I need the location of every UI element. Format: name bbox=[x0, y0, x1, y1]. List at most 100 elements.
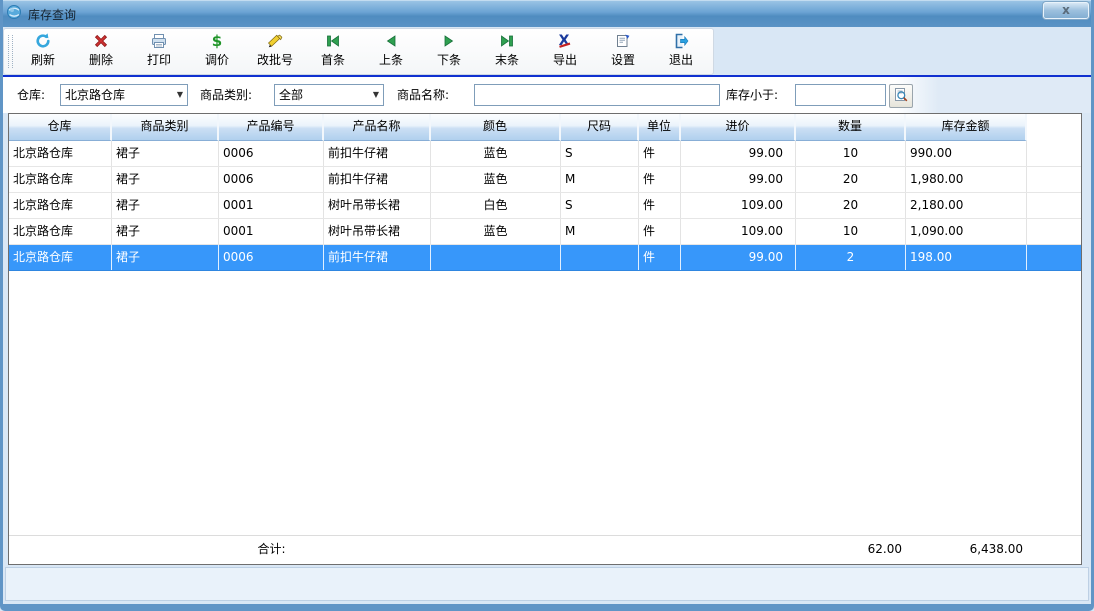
table-cell bbox=[561, 245, 639, 270]
inventory-table: 仓库商品类别产品编号产品名称颜色尺码单位进价数量库存金额 合计: 62.00 6… bbox=[8, 113, 1082, 565]
toolbar-button-label: 删除 bbox=[72, 51, 130, 69]
table-cell: 北京路仓库 bbox=[9, 141, 112, 166]
exit-icon bbox=[652, 33, 710, 51]
table-cell: 1,090.00 bbox=[906, 219, 1027, 244]
table-row[interactable]: 北京路仓库裙子0006前扣牛仔裙蓝色S件99.0010990.00 bbox=[9, 141, 1081, 167]
toolbar-button-delete[interactable]: 删除 bbox=[72, 31, 130, 73]
table-cell: 前扣牛仔裙 bbox=[324, 245, 431, 270]
toolbar-button-price-adjust[interactable]: $调价 bbox=[188, 31, 246, 73]
price-adjust-icon: $ bbox=[188, 33, 246, 51]
table-cell: 前扣牛仔裙 bbox=[324, 167, 431, 192]
table-cell: 20 bbox=[796, 193, 906, 218]
table-cell: 109.00 bbox=[681, 219, 796, 244]
column-header-6[interactable]: 单位 bbox=[639, 114, 681, 141]
table-cell: 件 bbox=[639, 219, 681, 244]
product-name-input[interactable] bbox=[474, 84, 720, 106]
table-cell: 198.00 bbox=[906, 245, 1027, 270]
table-cell: 蓝色 bbox=[431, 219, 561, 244]
toolbar-button-first-record[interactable]: 首条 bbox=[304, 31, 362, 73]
table-cell: 109.00 bbox=[681, 193, 796, 218]
toolbar-button-batch-edit[interactable]: 改批号 bbox=[246, 31, 304, 73]
table-cell: 蓝色 bbox=[431, 141, 561, 166]
table-cell: 前扣牛仔裙 bbox=[324, 141, 431, 166]
search-button[interactable] bbox=[889, 84, 913, 108]
toolbar-button-last-record[interactable]: 末条 bbox=[478, 31, 536, 73]
table-row[interactable]: 北京路仓库裙子0006前扣牛仔裙件99.002198.00 bbox=[9, 245, 1081, 271]
column-header-7[interactable]: 进价 bbox=[681, 114, 796, 141]
toolbar-button-label: 打印 bbox=[130, 51, 188, 69]
toolbar-button-label: 设置 bbox=[594, 51, 652, 69]
totals-amount: 6,438.00 bbox=[906, 536, 1027, 562]
stock-below-label: 库存小于: bbox=[726, 77, 778, 113]
totals-label: 合计: bbox=[219, 536, 324, 562]
stock-below-input[interactable] bbox=[795, 84, 886, 106]
toolbar-button-next-record[interactable]: 下条 bbox=[420, 31, 478, 73]
table-cell: 10 bbox=[796, 219, 906, 244]
toolbar-button-label: 导出 bbox=[536, 51, 594, 69]
print-icon bbox=[130, 33, 188, 51]
column-header-3[interactable]: 产品名称 bbox=[324, 114, 431, 141]
category-select-value: 全部 bbox=[279, 88, 303, 102]
table-row[interactable]: 北京路仓库裙子0001树叶吊带长裙白色S件109.00202,180.00 bbox=[9, 193, 1081, 219]
table-cell: 0006 bbox=[219, 167, 324, 192]
toolbar-button-exit[interactable]: 退出 bbox=[652, 31, 710, 73]
first-record-icon bbox=[304, 33, 362, 51]
filter-bar: 仓库: 北京路仓库 ▼ 商品类别: 全部 ▼ 商品名称: 库存小于: bbox=[3, 77, 1091, 113]
column-header-9[interactable]: 库存金额 bbox=[906, 114, 1027, 141]
chevron-down-icon: ▼ bbox=[177, 85, 183, 105]
toolbar-button-label: 上条 bbox=[362, 51, 420, 69]
product-name-label: 商品名称: bbox=[397, 77, 449, 113]
table-row[interactable]: 北京路仓库裙子0001树叶吊带长裙蓝色M件109.00101,090.00 bbox=[9, 219, 1081, 245]
table-cell: 树叶吊带长裙 bbox=[324, 219, 431, 244]
chevron-down-icon: ▼ bbox=[373, 85, 379, 105]
toolbar-button-settings[interactable]: 设置 bbox=[594, 31, 652, 73]
warehouse-select[interactable]: 北京路仓库 ▼ bbox=[60, 84, 188, 106]
table-cell: 0006 bbox=[219, 141, 324, 166]
column-header-8[interactable]: 数量 bbox=[796, 114, 906, 141]
table-cell: 件 bbox=[639, 167, 681, 192]
category-select[interactable]: 全部 ▼ bbox=[274, 84, 384, 106]
toolbar-button-export[interactable]: X导出 bbox=[536, 31, 594, 73]
next-record-icon bbox=[420, 33, 478, 51]
table-cell: 0001 bbox=[219, 219, 324, 244]
table-cell: 990.00 bbox=[906, 141, 1027, 166]
table-cell: 99.00 bbox=[681, 167, 796, 192]
table-cell: 0001 bbox=[219, 193, 324, 218]
table-cell: 裙子 bbox=[112, 219, 219, 244]
toolbar-button-label: 调价 bbox=[188, 51, 246, 69]
toolbar-button-label: 末条 bbox=[478, 51, 536, 69]
totals-quantity: 62.00 bbox=[796, 536, 906, 562]
table-cell: 20 bbox=[796, 167, 906, 192]
table-cell: 北京路仓库 bbox=[9, 193, 112, 218]
table-row[interactable]: 北京路仓库裙子0006前扣牛仔裙蓝色M件99.00201,980.00 bbox=[9, 167, 1081, 193]
table-header: 仓库商品类别产品编号产品名称颜色尺码单位进价数量库存金额 bbox=[9, 114, 1081, 141]
table-cell: 10 bbox=[796, 141, 906, 166]
app-globe-icon bbox=[6, 4, 24, 22]
column-header-0[interactable]: 仓库 bbox=[9, 114, 112, 141]
totals-row: 合计: 62.00 6,438.00 bbox=[9, 535, 1081, 563]
column-header-1[interactable]: 商品类别 bbox=[112, 114, 219, 141]
table-cell: S bbox=[561, 141, 639, 166]
last-record-icon bbox=[478, 33, 536, 51]
toolbar-button-label: 下条 bbox=[420, 51, 478, 69]
column-header-5[interactable]: 尺码 bbox=[561, 114, 639, 141]
table-cell: 件 bbox=[639, 245, 681, 270]
table-cell: 0006 bbox=[219, 245, 324, 270]
table-cell: 蓝色 bbox=[431, 167, 561, 192]
column-header-4[interactable]: 颜色 bbox=[431, 114, 561, 141]
column-header-2[interactable]: 产品编号 bbox=[219, 114, 324, 141]
toolbar-button-label: 退出 bbox=[652, 51, 710, 69]
table-cell: 2,180.00 bbox=[906, 193, 1027, 218]
toolbar-button-label: 首条 bbox=[304, 51, 362, 69]
close-button[interactable]: x bbox=[1043, 2, 1089, 19]
table-cell: 裙子 bbox=[112, 193, 219, 218]
toolbar-button-refresh[interactable]: 刷新 bbox=[14, 31, 72, 73]
table-cell: 1,980.00 bbox=[906, 167, 1027, 192]
toolbar-button-prev-record[interactable]: 上条 bbox=[362, 31, 420, 73]
toolbar-button-print[interactable]: 打印 bbox=[130, 31, 188, 73]
table-cell: 裙子 bbox=[112, 245, 219, 270]
settings-icon bbox=[594, 33, 652, 51]
toolbar-grip-handle[interactable] bbox=[8, 35, 13, 68]
table-cell: 白色 bbox=[431, 193, 561, 218]
table-cell: 树叶吊带长裙 bbox=[324, 193, 431, 218]
